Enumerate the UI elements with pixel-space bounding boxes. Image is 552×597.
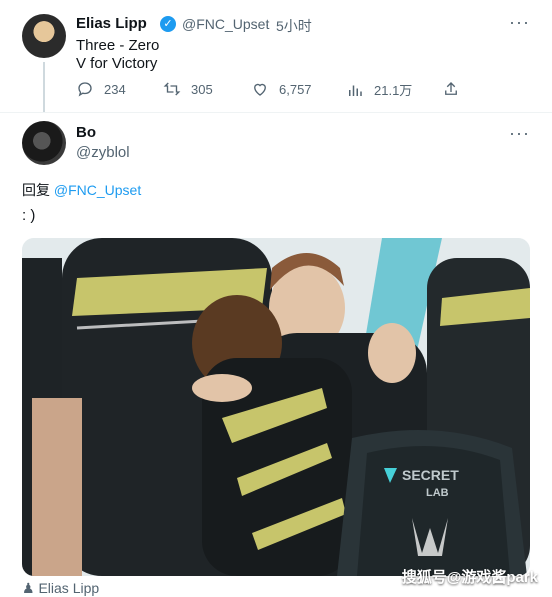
person-icon: ♟ [22, 580, 35, 596]
views-count: 21.1万 [374, 83, 413, 98]
avatar[interactable] [22, 14, 66, 58]
views-button[interactable]: 21.1万 [346, 80, 412, 99]
author-handle[interactable]: @zyblol [76, 144, 130, 161]
reply-prefix: 回复 [22, 182, 50, 198]
ellipsis-icon[interactable]: ··· [509, 123, 530, 144]
author-name[interactable]: Bo [76, 124, 96, 141]
tweet-text: : ) [22, 207, 36, 224]
avatar[interactable] [22, 121, 66, 165]
ellipsis-icon[interactable]: ··· [509, 12, 530, 33]
like-button[interactable]: 6,757 [251, 80, 312, 98]
author-name[interactable]: Elias Lipp [76, 15, 147, 32]
timestamp[interactable]: 5小时 [276, 16, 312, 36]
reply-button[interactable]: 234 [76, 80, 126, 98]
share-icon [445, 82, 457, 95]
views-bar-chart-icon [349, 85, 362, 96]
tweet-actions: 234 305 6,757 21.1万 [76, 80, 476, 102]
heart-icon [254, 83, 266, 96]
reply-icon [78, 82, 92, 97]
svg-text:LAB: LAB [426, 487, 449, 499]
thread-connector [43, 62, 45, 112]
tweet-elias-lipp[interactable]: Elias Lipp ✓ @FNC_Upset · 5小时 ··· Three … [0, 0, 552, 112]
photo-illustration: SECRET LAB [22, 238, 530, 576]
reply-context: 回复 @FNC_Upset [22, 180, 141, 200]
like-count: 6,757 [279, 81, 312, 97]
separator-dot: · [265, 16, 270, 32]
tagged-person: Elias Lipp [38, 580, 100, 596]
watermark: 搜狐号@游戏酱park [401, 569, 538, 586]
reply-to-link[interactable]: @FNC_Upset [54, 182, 141, 198]
share-button[interactable] [442, 80, 470, 98]
tweet-photo[interactable]: SECRET LAB [22, 238, 530, 576]
chair-logo-text: SECRET [402, 467, 459, 483]
tweet-text-line-1: Three - Zero [76, 37, 160, 54]
retweet-count: 305 [191, 81, 213, 97]
verified-badge-icon: ✓ [160, 16, 176, 32]
retweet-icon [163, 82, 181, 96]
reply-count: 234 [104, 81, 126, 97]
author-handle[interactable]: @FNC_Upset [182, 16, 269, 32]
photo-tag[interactable]: ♟ Elias Lipp [22, 580, 99, 597]
tweet-text-line-2: V for Victory [76, 55, 158, 72]
retweet-button[interactable]: 305 [163, 80, 213, 98]
